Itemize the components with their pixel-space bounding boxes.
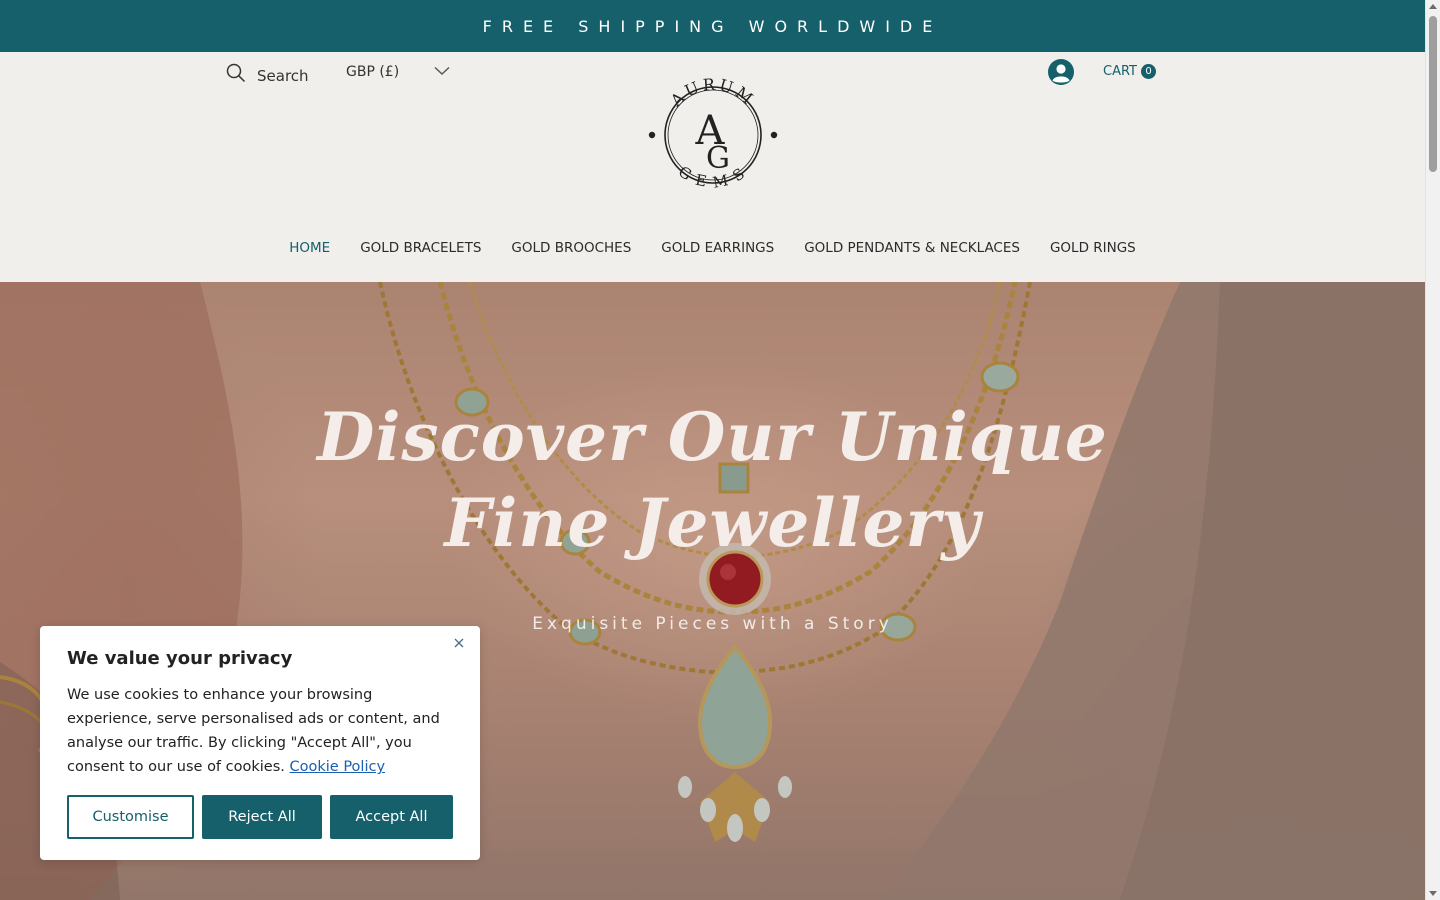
close-icon[interactable] — [452, 636, 466, 650]
nav-item-gold-pendants-necklaces[interactable]: GOLD PENDANTS & NECKLACES — [789, 240, 1035, 256]
chevron-down-icon — [434, 63, 450, 81]
svg-text:AURUM: AURUM — [666, 75, 759, 111]
nav-item-gold-earrings[interactable]: GOLD EARRINGS — [646, 240, 789, 256]
scroll-up-arrow[interactable] — [1429, 4, 1437, 9]
nav-item-gold-brooches[interactable]: GOLD BROOCHES — [496, 240, 646, 256]
announcement-text: FREE SHIPPING WORLDWIDE — [482, 16, 943, 36]
currency-select[interactable]: GBP (£) — [346, 63, 450, 81]
cart-button[interactable]: CART 0 — [1103, 64, 1156, 79]
customise-button[interactable]: Customise — [67, 795, 194, 839]
accept-all-button[interactable]: Accept All — [330, 795, 453, 839]
page: FREE SHIPPING WORLDWIDE Search GBP (£) A… — [0, 0, 1425, 900]
site-header: Search GBP (£) AURUM GEMS A G CART 0 HOM… — [0, 52, 1425, 282]
site-logo[interactable]: AURUM GEMS A G — [646, 68, 780, 202]
logo-top-text: AURUM — [666, 75, 756, 111]
reject-all-button[interactable]: Reject All — [202, 795, 322, 839]
cart-count-badge: 0 — [1141, 64, 1156, 79]
hero-title-line1: Discover Our Unique — [317, 398, 1108, 476]
cookie-body: We use cookies to enhance your browsing … — [67, 683, 459, 779]
cookie-banner: We value your privacy We use cookies to … — [40, 626, 480, 860]
currency-value: GBP (£) — [346, 64, 400, 80]
hero-title-line2: Fine Jewellery — [444, 484, 981, 562]
cookie-policy-link[interactable]: Cookie Policy — [290, 759, 386, 775]
logo-monogram-g: G — [706, 141, 730, 176]
scroll-thumb[interactable] — [1429, 16, 1437, 172]
nav-item-gold-bracelets[interactable]: GOLD BRACELETS — [345, 240, 496, 256]
account-icon[interactable] — [1047, 58, 1075, 86]
search-icon — [226, 63, 246, 88]
hero-title: Discover Our Unique Fine Jewellery — [0, 394, 1425, 566]
nav-item-home[interactable]: HOME — [274, 240, 345, 256]
main-nav: HOME GOLD BRACELETS GOLD BROOCHES GOLD E… — [0, 240, 1425, 256]
announcement-bar: FREE SHIPPING WORLDWIDE — [0, 0, 1425, 52]
scroll-down-arrow[interactable] — [1429, 891, 1437, 896]
cart-label: CART — [1103, 64, 1137, 79]
page-scrollbar[interactable] — [1425, 0, 1440, 900]
search-button[interactable]: Search — [226, 63, 309, 88]
cookie-actions: Customise Reject All Accept All — [67, 795, 453, 839]
nav-item-gold-rings[interactable]: GOLD RINGS — [1035, 240, 1151, 256]
search-label: Search — [257, 66, 309, 85]
cookie-title: We value your privacy — [67, 648, 293, 669]
